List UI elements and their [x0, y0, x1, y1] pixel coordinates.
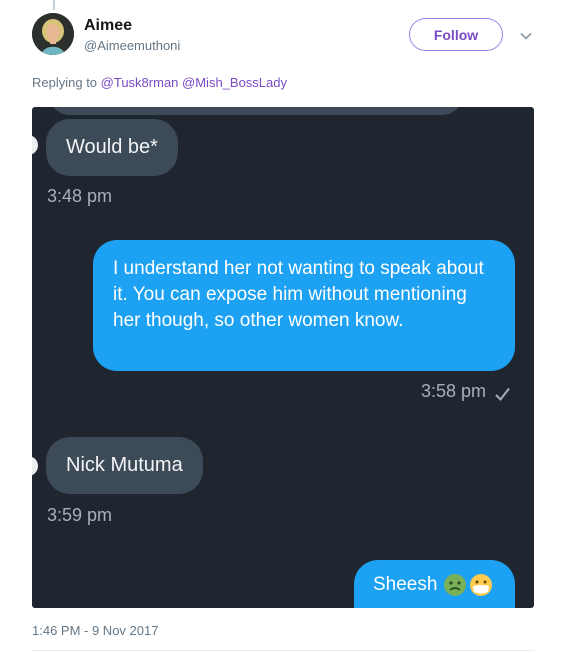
message-text: I understand her not wanting to speak ab… — [113, 258, 484, 331]
received-message: Would be* — [46, 119, 178, 176]
tweet-timestamp[interactable]: 1:46 PM - 9 Nov 2017 — [32, 623, 158, 638]
replying-to: Replying to @Tusk8rman @Mish_BossLady — [32, 75, 287, 90]
display-name[interactable]: Aimee — [84, 17, 132, 35]
avatar-photo — [32, 13, 74, 55]
chevron-down-icon[interactable] — [517, 27, 535, 45]
cropped-message-bubble — [50, 107, 462, 115]
received-message: Nick Mutuma — [46, 437, 203, 494]
message-time: 3:48 pm — [47, 186, 113, 206]
divider — [32, 650, 534, 651]
sent-message: I understand her not wanting to speak ab… — [93, 240, 515, 371]
thread-connector — [53, 0, 55, 10]
message-time: 3:59 pm — [47, 505, 113, 525]
chat-screenshot[interactable]: Would be* 3:48 pm I understand her not w… — [32, 107, 534, 608]
message-text: Would be* — [66, 136, 158, 158]
message-text: Nick Mutuma — [66, 454, 183, 476]
sent-message: Sheesh — [354, 560, 515, 608]
tweet: Aimee @Aimeemuthoni Follow Replying to @… — [0, 0, 565, 653]
checkmark-icon — [495, 387, 510, 402]
message-time: 3:58 pm — [421, 381, 487, 401]
face-with-medical-mask-icon — [470, 574, 493, 596]
avatar-edge — [32, 135, 38, 155]
avatar[interactable] — [32, 13, 74, 55]
user-handle[interactable]: @Aimeemuthoni — [84, 38, 180, 53]
message-text: Sheesh — [373, 574, 438, 595]
follow-button[interactable]: Follow — [409, 18, 503, 51]
nauseated-face-icon — [444, 574, 467, 596]
mention-link[interactable]: @Tusk8rman — [101, 75, 179, 90]
replying-prefix: Replying to — [32, 75, 98, 90]
mention-link[interactable]: @Mish_BossLady — [182, 75, 287, 90]
avatar-edge — [32, 456, 38, 476]
